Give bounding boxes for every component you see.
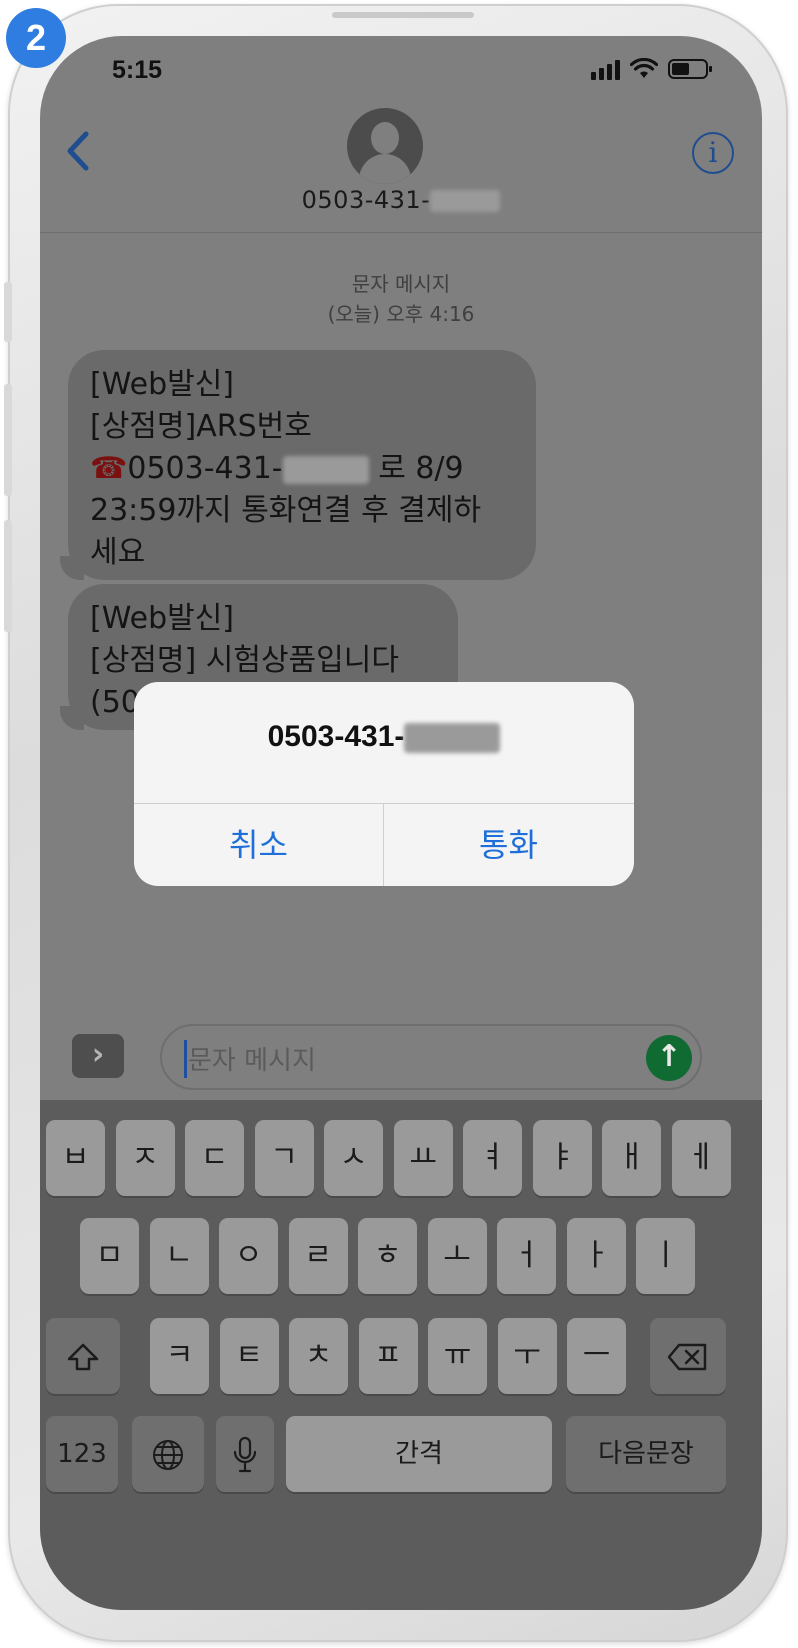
key[interactable]: ㅋ [150,1318,209,1394]
message-line: [Web발신] [90,367,235,402]
battery-icon [668,59,712,79]
header-divider [40,232,762,233]
key[interactable]: ㅑ [532,1120,592,1196]
volume-down-button [4,520,12,632]
message-line: 23:59까지 통화연결 후 결제하 [90,493,482,528]
key[interactable]: ㅔ [671,1120,731,1196]
microphone-icon [233,1436,257,1472]
back-button[interactable] [58,126,98,176]
message-input[interactable]: 문자 메시지 ↑ [160,1024,702,1090]
key[interactable]: ㅇ [219,1218,278,1294]
key[interactable]: ㅊ [289,1318,348,1394]
signal-icon [591,58,620,80]
key[interactable]: ㅛ [393,1120,453,1196]
shift-key[interactable] [46,1318,120,1394]
step-badge: 2 [6,8,66,68]
key[interactable]: ㅕ [463,1120,522,1196]
key[interactable]: ㅜ [497,1318,557,1394]
delete-icon [667,1343,707,1370]
mute-switch [4,282,12,342]
status-time: 5:15 [112,56,163,84]
message-line: 세요 [90,535,146,570]
message-text: 로 8/9 [378,451,464,486]
delete-key[interactable] [650,1318,726,1394]
shift-icon [67,1343,99,1370]
globe-icon [153,1439,183,1470]
volume-up-button [4,384,12,496]
text-cursor [184,1040,187,1078]
cancel-button[interactable]: 취소 [134,804,383,886]
contact-number[interactable]: 0503-431- [40,186,762,214]
alert-title: 0503-431- [134,720,634,754]
chevron-left-icon [67,131,89,171]
key[interactable]: ㅠ [428,1318,487,1394]
redacted-digits [404,723,501,754]
apps-button[interactable]: › [72,1034,124,1078]
arrow-up-icon: ↑ [656,1039,682,1074]
message-timestamp: (오늘) 오후 4:16 [327,302,475,326]
info-button[interactable]: i [692,132,734,174]
key[interactable]: ㅅ [324,1120,383,1196]
key[interactable]: ㅁ [80,1218,139,1294]
wifi-icon [630,58,658,78]
key[interactable]: ㅌ [219,1318,279,1394]
message-line: [상점명] 시험상품입니다 [90,643,399,678]
key[interactable]: ㅂ [46,1120,105,1196]
message-line: [상점명]ARS번호 [90,409,312,444]
key[interactable]: ㄴ [149,1218,209,1294]
message-line: [Web발신] [90,601,235,636]
message-input-placeholder: 문자 메시지 [188,1046,316,1076]
key[interactable]: ㄹ [288,1218,348,1294]
contact-avatar[interactable] [347,108,423,184]
globe-key[interactable] [132,1416,204,1492]
contact-number-text: 0503-431- [301,186,431,214]
chevron-right-icon: › [91,1037,105,1072]
korean-keyboard: ㅂㅈㄷㄱㅅㅛㅕㅑㅐㅔ ㅁㄴㅇㄹㅎㅗㅓㅏㅣ ㅋㅌㅊㅍㅠㅜㅡ 123 간격 다음문장 [40,1100,762,1610]
key[interactable]: ㅏ [566,1218,626,1294]
redacted-digits [430,190,501,212]
redacted-digits [282,455,369,484]
next-sentence-key[interactable]: 다음문장 [566,1416,726,1492]
key[interactable]: ㅍ [358,1318,418,1394]
alert-number: 0503-431- [267,720,405,753]
message-service-label: 문자 메시지 [351,272,451,296]
phone-screen: 5:15 0503-431- i 문자 메시지 (오늘) 오후 4:16 [We [40,36,762,1610]
key[interactable]: ㅣ [636,1218,695,1294]
status-icons [591,58,714,80]
message-bubble[interactable]: [Web발신] [상점명]ARS번호 ☎0503-431- 로 8/9 23:5… [68,350,536,580]
key[interactable]: ㄷ [185,1120,244,1196]
speaker-grille [332,12,474,18]
call-alert-dialog: 0503-431- 취소 통화 [134,682,634,886]
key[interactable]: ㅎ [358,1218,417,1294]
send-button[interactable]: ↑ [646,1035,692,1081]
numbers-key[interactable]: 123 [46,1416,118,1492]
key[interactable]: ㄱ [254,1120,314,1196]
key[interactable]: ㅓ [497,1218,556,1294]
key[interactable]: ㅈ [115,1120,175,1196]
call-button[interactable]: 통화 [384,804,633,886]
telephone-icon: ☎ [90,451,128,486]
key[interactable]: ㅡ [567,1318,626,1394]
dictation-key[interactable] [216,1416,274,1492]
message-line: ☎0503-431- 로 8/9 [90,448,514,490]
phone-number-link[interactable]: 0503-431- [127,451,282,486]
space-key[interactable]: 간격 [286,1416,552,1492]
key[interactable]: ㅐ [602,1120,661,1196]
info-icon: i [708,136,718,169]
key[interactable]: ㅗ [427,1218,487,1294]
